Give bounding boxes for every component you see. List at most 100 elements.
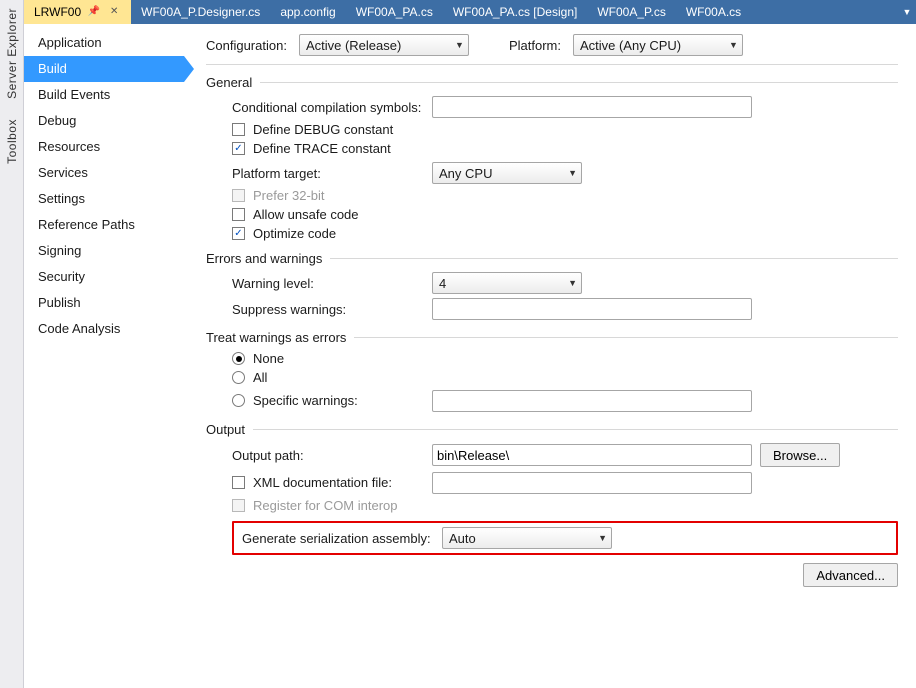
- document-tabstrip: LRWF00 📌 ✕ WF00A_P.Designer.cs app.confi…: [24, 0, 916, 24]
- treat-all-label: All: [253, 370, 267, 385]
- platform-target-combo[interactable]: Any CPU ▼: [432, 162, 582, 184]
- section-general: General: [206, 75, 898, 90]
- cat-build[interactable]: Build: [24, 56, 184, 82]
- section-output-label: Output: [206, 422, 245, 437]
- close-icon[interactable]: ✕: [107, 5, 121, 19]
- section-line: [253, 429, 898, 430]
- project-properties: Application Build Build Events Debug Res…: [24, 24, 916, 688]
- cond-sym-input[interactable]: [432, 96, 752, 118]
- tab-label: WF00A_PA.cs [Design]: [453, 0, 578, 24]
- configuration-label: Configuration:: [206, 38, 287, 53]
- output-path-input[interactable]: [432, 444, 752, 466]
- tab-wf00a-cs[interactable]: WF00A.cs: [676, 0, 751, 24]
- chevron-down-icon: ▼: [568, 168, 577, 178]
- pin-icon[interactable]: 📌: [87, 5, 101, 19]
- tab-p-cs[interactable]: WF00A_P.cs: [587, 0, 675, 24]
- section-general-label: General: [206, 75, 252, 90]
- optimize-code-checkbox[interactable]: Optimize code: [232, 226, 898, 241]
- cat-resources[interactable]: Resources: [24, 134, 184, 160]
- cat-reference-paths[interactable]: Reference Paths: [24, 212, 184, 238]
- platform-target-label: Platform target:: [232, 166, 432, 181]
- cat-build-events[interactable]: Build Events: [24, 82, 184, 108]
- cat-security[interactable]: Security: [24, 264, 184, 290]
- tabstrip-overflow-button[interactable]: ▼: [898, 0, 916, 24]
- chevron-down-icon: ▼: [729, 40, 738, 50]
- tab-pa-cs[interactable]: WF00A_PA.cs: [346, 0, 443, 24]
- cat-code-analysis[interactable]: Code Analysis: [24, 316, 184, 342]
- cond-sym-label: Conditional compilation symbols:: [232, 100, 432, 115]
- gen-serialization-label: Generate serialization assembly:: [242, 531, 442, 546]
- suppress-warn-input[interactable]: [432, 298, 752, 320]
- cat-application[interactable]: Application: [24, 30, 184, 56]
- chevron-down-icon: ▼: [568, 278, 577, 288]
- output-path-label: Output path:: [232, 448, 432, 463]
- checkbox-icon: [232, 123, 245, 136]
- section-treat-label: Treat warnings as errors: [206, 330, 346, 345]
- tab-designer[interactable]: WF00A_P.Designer.cs: [131, 0, 270, 24]
- warning-level-combo[interactable]: 4 ▼: [432, 272, 582, 294]
- xml-doc-input[interactable]: [432, 472, 752, 494]
- treat-all-radio[interactable]: All: [232, 370, 898, 385]
- platform-value: Active (Any CPU): [580, 38, 681, 53]
- section-errors: Errors and warnings: [206, 251, 898, 266]
- advanced-button[interactable]: Advanced...: [803, 563, 898, 587]
- section-line: [260, 82, 898, 83]
- treat-none-label: None: [253, 351, 284, 366]
- section-errors-label: Errors and warnings: [206, 251, 322, 266]
- gen-serialization-combo[interactable]: Auto ▼: [442, 527, 612, 549]
- define-trace-checkbox[interactable]: Define TRACE constant: [232, 141, 898, 156]
- prefer-32bit-checkbox: Prefer 32-bit: [232, 188, 898, 203]
- warning-level-value: 4: [439, 276, 446, 291]
- treat-specific-radio[interactable]: Specific warnings:: [232, 393, 432, 408]
- tab-appconfig[interactable]: app.config: [270, 0, 345, 24]
- tab-lrwf00[interactable]: LRWF00 📌 ✕: [24, 0, 131, 24]
- tab-label: WF00A_P.cs: [597, 0, 665, 24]
- config-platform-row: Configuration: Active (Release) ▼ Platfo…: [206, 34, 898, 56]
- tab-label: WF00A_P.Designer.cs: [141, 0, 260, 24]
- optimize-code-label: Optimize code: [253, 226, 336, 241]
- checkbox-icon: [232, 476, 245, 489]
- section-line: [354, 337, 898, 338]
- tab-label: WF00A_PA.cs: [356, 0, 433, 24]
- configuration-value: Active (Release): [306, 38, 401, 53]
- treat-specific-input[interactable]: [432, 390, 752, 412]
- section-line: [330, 258, 898, 259]
- platform-combo[interactable]: Active (Any CPU) ▼: [573, 34, 743, 56]
- tabstrip-filler: [751, 0, 898, 24]
- define-trace-label: Define TRACE constant: [253, 141, 391, 156]
- allow-unsafe-label: Allow unsafe code: [253, 207, 359, 222]
- tab-label: app.config: [280, 0, 335, 24]
- chevron-down-icon: ▼: [598, 533, 607, 543]
- define-debug-label: Define DEBUG constant: [253, 122, 393, 137]
- xml-doc-checkbox[interactable]: XML documentation file:: [232, 475, 432, 490]
- cat-publish[interactable]: Publish: [24, 290, 184, 316]
- cat-debug[interactable]: Debug: [24, 108, 184, 134]
- cat-signing[interactable]: Signing: [24, 238, 184, 264]
- cat-services[interactable]: Services: [24, 160, 184, 186]
- browse-button[interactable]: Browse...: [760, 443, 840, 467]
- tab-pa-design[interactable]: WF00A_PA.cs [Design]: [443, 0, 588, 24]
- treat-none-radio[interactable]: None: [232, 351, 898, 366]
- warning-level-label: Warning level:: [232, 276, 432, 291]
- platform-target-value: Any CPU: [439, 166, 492, 181]
- radio-icon: [232, 394, 245, 407]
- gen-serialization-value: Auto: [449, 531, 476, 546]
- section-treat: Treat warnings as errors: [206, 330, 898, 345]
- treat-specific-label: Specific warnings:: [253, 393, 358, 408]
- toolbox-tab[interactable]: Toolbox: [3, 111, 21, 172]
- cat-settings[interactable]: Settings: [24, 186, 184, 212]
- define-debug-checkbox[interactable]: Define DEBUG constant: [232, 122, 898, 137]
- allow-unsafe-checkbox[interactable]: Allow unsafe code: [232, 207, 898, 222]
- generate-serialization-row: Generate serialization assembly: Auto ▼: [232, 521, 898, 555]
- chevron-down-icon: ▼: [455, 40, 464, 50]
- configuration-combo[interactable]: Active (Release) ▼: [299, 34, 469, 56]
- tab-label: LRWF00: [34, 0, 81, 24]
- suppress-warn-label: Suppress warnings:: [232, 302, 432, 317]
- tool-window-strip: Server Explorer Toolbox: [0, 0, 24, 688]
- checkbox-icon: [232, 208, 245, 221]
- section-output: Output: [206, 422, 898, 437]
- radio-icon: [232, 352, 245, 365]
- radio-icon: [232, 371, 245, 384]
- category-sidebar: Application Build Build Events Debug Res…: [24, 24, 184, 688]
- server-explorer-tab[interactable]: Server Explorer: [3, 0, 21, 107]
